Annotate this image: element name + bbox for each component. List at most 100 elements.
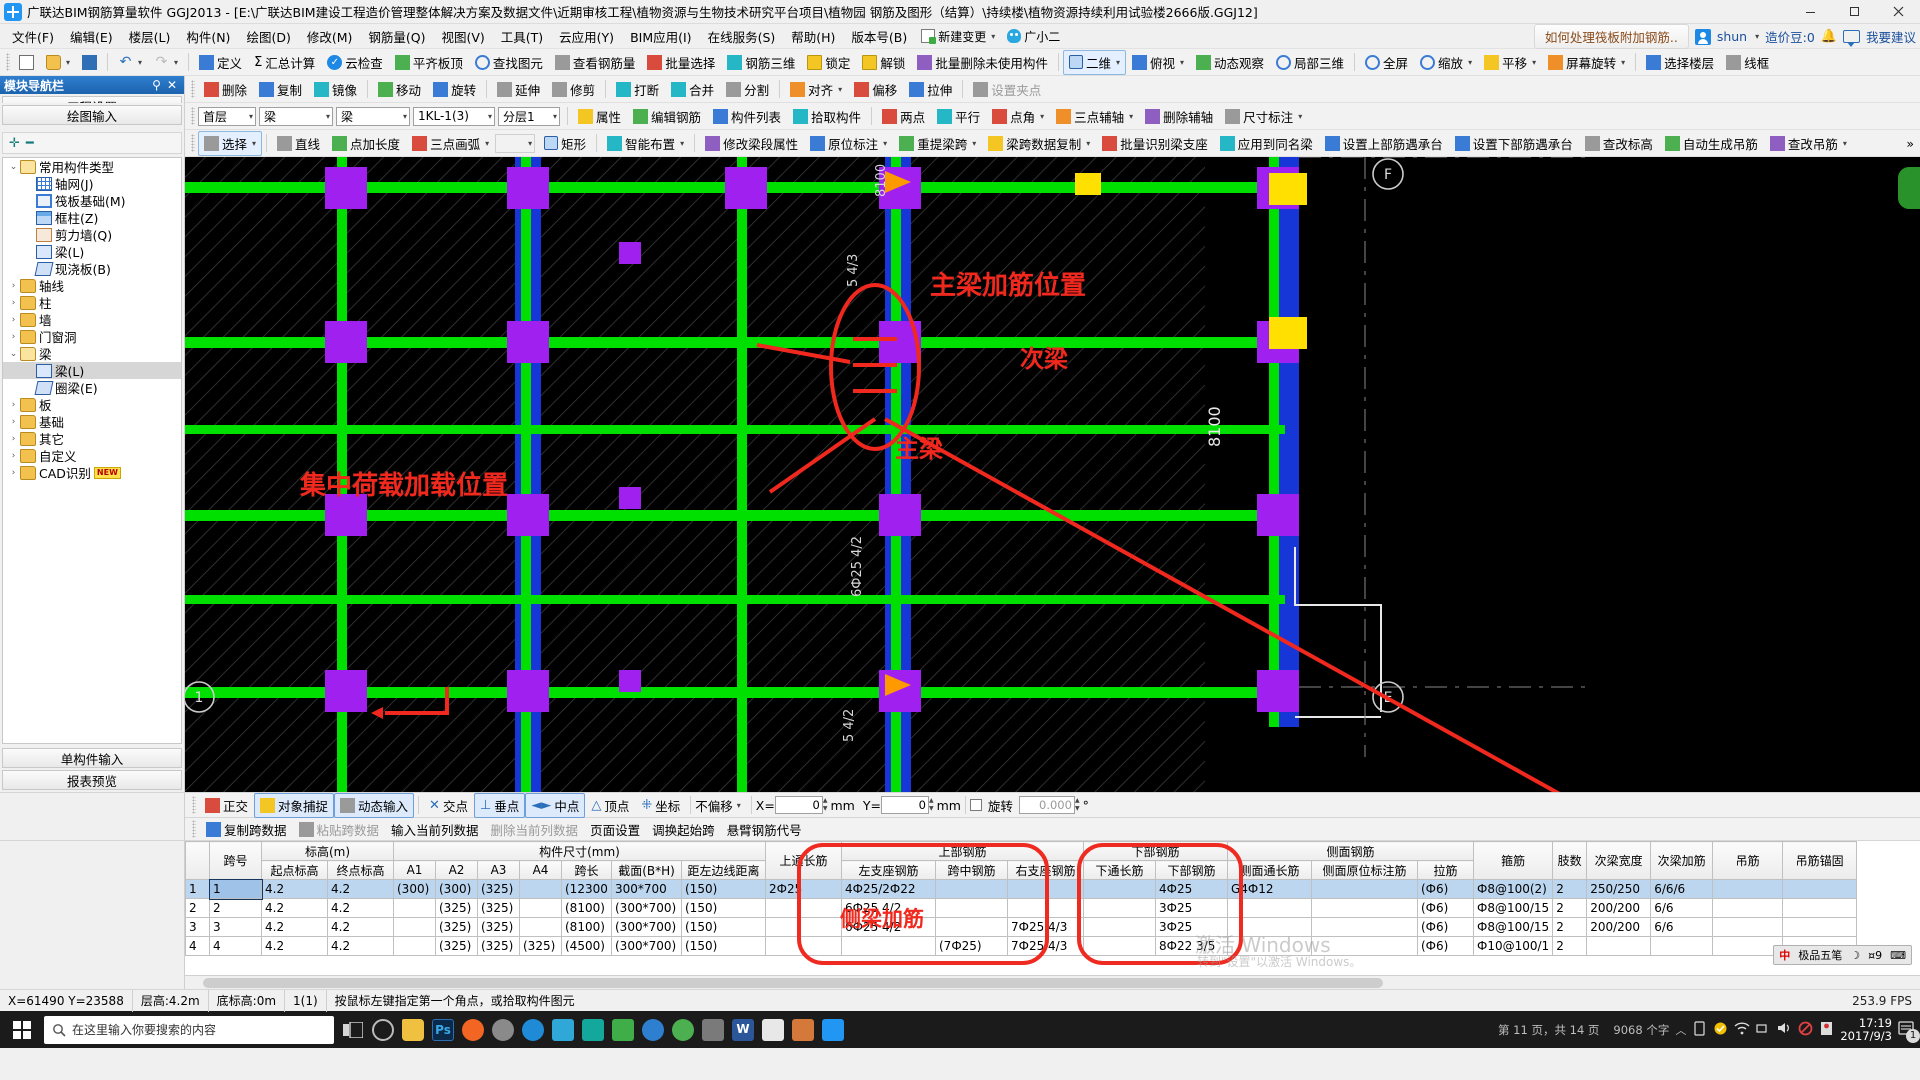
app-edge-icon[interactable] — [518, 1014, 548, 1046]
table-cell[interactable]: 6/6 — [1650, 898, 1714, 918]
add-icon[interactable]: ✛ — [9, 136, 20, 151]
table-sub-header[interactable]: 跨长 — [561, 860, 612, 880]
taskview-icon[interactable] — [338, 1014, 368, 1046]
tree-expander-icon[interactable]: › — [7, 468, 20, 478]
table-row[interactable]: 4 4 4.2 4.2 (325) (325) (325) (4500) (300*700) (1… — [185, 936, 1858, 956]
app-photoshop-icon[interactable]: Ps — [428, 1014, 458, 1046]
table-sub-header[interactable]: 右支座钢筋 — [1007, 860, 1084, 880]
table-cell[interactable] — [519, 917, 562, 937]
delete-button[interactable]: 删除 — [198, 77, 253, 102]
table-cell[interactable]: 2Ф25 — [765, 879, 842, 899]
table-cell[interactable]: (8100) — [561, 917, 612, 937]
top-view-button[interactable]: 俯视 ▾ — [1126, 50, 1190, 75]
table-row-header[interactable]: 2 — [185, 898, 210, 918]
break-button[interactable]: 打断 — [610, 77, 665, 102]
table-cell[interactable]: (12300 — [561, 879, 612, 899]
table-row[interactable]: 2 2 4.2 4.2 (325) (325) (8100) (300*700) (150) 6Ф… — [185, 898, 1858, 918]
table-cell[interactable]: 4.2 — [261, 936, 328, 956]
table-cell[interactable] — [1712, 936, 1784, 956]
table-cell[interactable] — [1712, 917, 1784, 937]
table-cell[interactable]: 6/6/6 — [1650, 879, 1714, 899]
tree-item[interactable]: 框柱(Z) — [3, 209, 181, 226]
table-cell[interactable]: (325) — [435, 917, 478, 937]
table-cell[interactable]: (Ф6) — [1417, 936, 1474, 956]
offset-mode-chevron-down-icon[interactable]: ▾ — [737, 801, 741, 810]
table-cell[interactable]: 7Ф25 4/3 — [1007, 917, 1084, 937]
lock-button[interactable]: 锁定 — [801, 50, 856, 75]
ime-punct-icon[interactable]: ¤9 — [1865, 949, 1885, 962]
app-green-icon[interactable] — [608, 1014, 638, 1046]
user-name[interactable]: shun — [1717, 29, 1747, 44]
table-cell[interactable]: 200/200 — [1586, 917, 1652, 937]
rebar-3d-button[interactable]: 钢筋三维 — [721, 50, 801, 75]
check-elevation-button[interactable]: 查改标高 — [1579, 131, 1659, 156]
close-button[interactable] — [1876, 0, 1920, 24]
screen-rotate-button[interactable]: 屏幕旋转 ▾ — [1542, 50, 1631, 75]
table-cell[interactable] — [1311, 936, 1418, 956]
new-button[interactable] — [13, 52, 40, 73]
tree-item[interactable]: › 墙 — [3, 311, 181, 328]
table-cell[interactable]: G4Ф12 — [1227, 879, 1312, 899]
properties-button[interactable]: 属性 — [572, 104, 627, 129]
tree-item[interactable]: ⌄ 梁 — [3, 345, 181, 362]
menu-cloud[interactable]: 云应用(Y) — [551, 24, 622, 49]
taskbar-clock[interactable]: 17:19 2017/9/3 — [1840, 1016, 1892, 1043]
tree-expander-icon[interactable]: › — [7, 451, 20, 461]
app-teal-icon[interactable] — [578, 1014, 608, 1046]
undo-button[interactable]: ↶ ▾ — [112, 52, 148, 73]
table-cell[interactable] — [935, 879, 1008, 899]
canvas-side-widget[interactable] — [1898, 167, 1920, 209]
table-cell[interactable] — [1083, 936, 1156, 956]
fullscreen-button[interactable]: 全屏 — [1359, 50, 1414, 75]
member-combo[interactable]: 1KL-1(3) ▾ — [413, 106, 495, 126]
table-row[interactable]: 3 3 4.2 4.2 (325) (325) (8100) (300*700) (150) 6Ф… — [185, 917, 1858, 937]
table-cell[interactable]: (150) — [681, 898, 766, 918]
single-component-input-button[interactable]: 单构件输入 — [2, 748, 182, 768]
table-cell[interactable] — [1782, 898, 1858, 918]
table-row-header[interactable]: 1 — [185, 879, 210, 899]
table-row[interactable]: 1 1 4.2 4.2 (300) (300) (325) (12300 300*700 (150… — [185, 878, 1858, 900]
table-sub-header[interactable]: 跨中钢筋 — [935, 860, 1008, 880]
table-cell[interactable]: 3Ф25 — [1155, 898, 1228, 918]
span-data-table[interactable]: 跨号 标高(m) 构件尺寸(mm) 上通长筋 上部钢筋 下部钢筋 侧面钢筋 箍筋 肢数 次梁宽度次… — [185, 841, 1858, 956]
table-cell[interactable] — [1083, 898, 1156, 918]
x-spinner[interactable]: ▲ ▼ — [823, 797, 828, 813]
table-cell[interactable]: 300*700 — [611, 879, 682, 899]
define-button[interactable]: 定义 — [193, 50, 248, 75]
line-tool-button[interactable]: 直线 — [271, 131, 326, 156]
menu-bim[interactable]: BIM应用(I) — [622, 24, 700, 49]
table-cell[interactable]: 2 — [209, 898, 262, 918]
table-cell[interactable]: 2 — [1552, 898, 1588, 918]
start-button[interactable] — [0, 1011, 44, 1048]
table-cell[interactable]: Ф8@100(2) — [1472, 879, 1554, 899]
tree-expander-icon[interactable]: › — [7, 298, 20, 308]
table-cell[interactable]: (325) — [519, 936, 562, 956]
ime-floating-bar[interactable]: 中 极品五笔 ☽ ¤9 ⌨ — [1773, 945, 1912, 965]
table-cell[interactable]: 250/250 — [1586, 879, 1652, 899]
auto-hanger-button[interactable]: 自动生成吊筋 — [1659, 131, 1764, 156]
tree-item[interactable]: 剪力墙(Q) — [3, 226, 181, 243]
wireframe-button[interactable]: 线框 — [1720, 50, 1775, 75]
maximize-button[interactable] — [1832, 0, 1876, 24]
table-sub-header[interactable]: 距左边线距离 — [681, 860, 766, 880]
tray-network-icon[interactable] — [1756, 1021, 1771, 1038]
flush-slab-top-button[interactable]: 平齐板顶 — [389, 50, 469, 75]
scrollbar-thumb[interactable] — [203, 978, 1383, 988]
table-group-header[interactable]: 标高(m) — [261, 841, 394, 861]
draw-input-button[interactable]: 绘图输入 — [2, 105, 182, 125]
table-sub-header[interactable]: 侧面通长筋 — [1227, 860, 1312, 880]
table-sub-header[interactable]: 下部钢筋 — [1155, 860, 1228, 880]
cortana-icon[interactable] — [368, 1014, 398, 1046]
new-change-button[interactable]: 新建变更 ▾ — [915, 28, 1001, 45]
report-preview-button[interactable]: 报表预览 — [2, 770, 182, 790]
tray-onedrive-icon[interactable] — [1692, 1020, 1707, 1039]
tree-item[interactable]: 现浇板(B) — [3, 260, 181, 277]
table-cell[interactable]: (300*700) — [611, 936, 682, 956]
app-folder2-icon[interactable] — [548, 1014, 578, 1046]
tree-expander-icon[interactable]: › — [7, 434, 20, 444]
tree-item[interactable]: › 板 — [3, 396, 181, 413]
find-element-button[interactable]: 查找图元 — [469, 50, 549, 75]
unlock-button[interactable]: 解锁 — [856, 50, 911, 75]
swap-start-span-cmd[interactable]: 调换起始跨 — [647, 818, 720, 841]
table-cell[interactable]: 8Ф22 3/5 — [1155, 936, 1228, 956]
